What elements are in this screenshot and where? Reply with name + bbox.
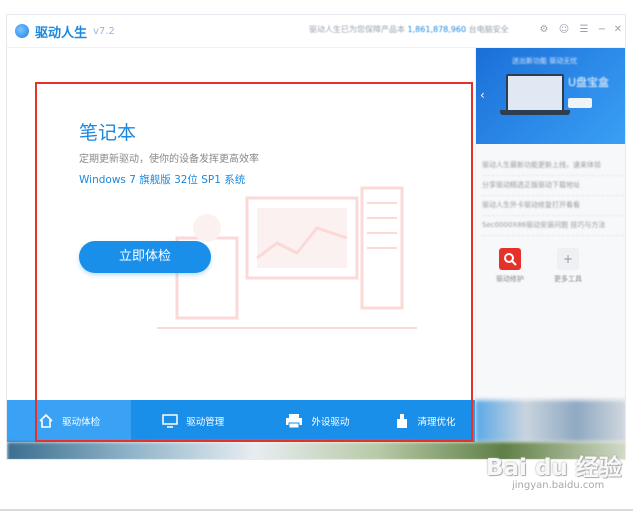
title-bar: 驱动人生 v7.2 驱动人生已为您保障产品本 1,861,878,960 台电脑… <box>7 15 625 48</box>
nav-item-peripheral-driver[interactable]: 外设驱动 <box>255 400 379 442</box>
ad-banner[interactable]: 送出新功能 驱动无忧 ‹ U盘宝盒 <box>476 48 625 144</box>
minimize-icon[interactable]: − <box>595 23 609 37</box>
tool-grid: 驱动修护 + 更多工具 <box>490 248 588 284</box>
news-list: 驱动人生最新功能更新上线，速来体验 分享驱动精选正版驱动下载地址 驱动人生外卡驱… <box>482 156 624 236</box>
list-item[interactable]: 驱动人生最新功能更新上线，速来体验 <box>482 156 624 176</box>
device-subtitle: 定期更新驱动，使你的设备发挥更高效率 <box>79 154 259 165</box>
list-item[interactable]: Sec0000X86驱动安装问题 技巧与方法 <box>482 216 624 236</box>
os-info: Windows 7 旗舰版 32位 SP1 系统 <box>79 174 246 186</box>
list-item[interactable]: 驱动人生外卡驱动修复打开看看 <box>482 196 624 216</box>
main-panel: 笔记本 定期更新驱动，使你的设备发挥更高效率 Windows 7 旗舰版 32位… <box>7 48 475 400</box>
app-name: 驱动人生 <box>35 25 88 41</box>
usb-drive-icon <box>568 98 592 108</box>
settings-icon[interactable]: ⚙ <box>537 23 551 37</box>
app-version: v7.2 <box>93 25 115 37</box>
tool-more[interactable]: + 更多工具 <box>548 248 588 284</box>
list-item[interactable]: 分享驱动精选正版驱动下载地址 <box>482 176 624 196</box>
home-icon <box>39 413 53 428</box>
start-check-button[interactable]: 立即体检 <box>79 241 211 273</box>
repair-tool-icon <box>499 248 521 270</box>
divider <box>0 509 633 511</box>
laptop-icon <box>506 74 564 112</box>
blurred-area <box>475 400 625 442</box>
prev-arrow-icon[interactable]: ‹ <box>480 88 485 102</box>
app-logo-icon <box>15 24 29 38</box>
bottom-nav: 驱动体检 驱动管理 外设驱动 清理优化 <box>7 400 475 442</box>
more-tools-icon: + <box>557 248 579 270</box>
feedback-icon[interactable]: ☺ <box>557 23 571 37</box>
tool-repair[interactable]: 驱动修护 <box>490 248 530 284</box>
menu-icon[interactable]: ☰ <box>577 23 591 37</box>
nav-item-cleanup[interactable]: 清理优化 <box>380 400 475 442</box>
right-panel: 送出新功能 驱动无忧 ‹ U盘宝盒 驱动人生最新功能更新上线，速来体验 分享驱动… <box>475 48 625 400</box>
nav-item-driver-check[interactable]: 驱动体检 <box>7 400 132 442</box>
title-notice: 驱动人生已为您保障产品本 1,861,878,960 台电脑安全 <box>309 25 509 34</box>
close-icon[interactable]: ✕ <box>611 23 625 37</box>
nav-item-driver-manage[interactable]: 驱动管理 <box>131 400 255 442</box>
baidu-watermark: Bai du 经验 jingyan.baidu.com <box>486 455 622 491</box>
monitor-icon <box>162 414 178 428</box>
broom-icon <box>396 414 407 428</box>
driver-app-window: 驱动人生 v7.2 驱动人生已为您保障产品本 1,861,878,960 台电脑… <box>6 14 626 460</box>
device-title: 笔记本 <box>79 122 137 144</box>
printer-icon <box>286 414 303 429</box>
